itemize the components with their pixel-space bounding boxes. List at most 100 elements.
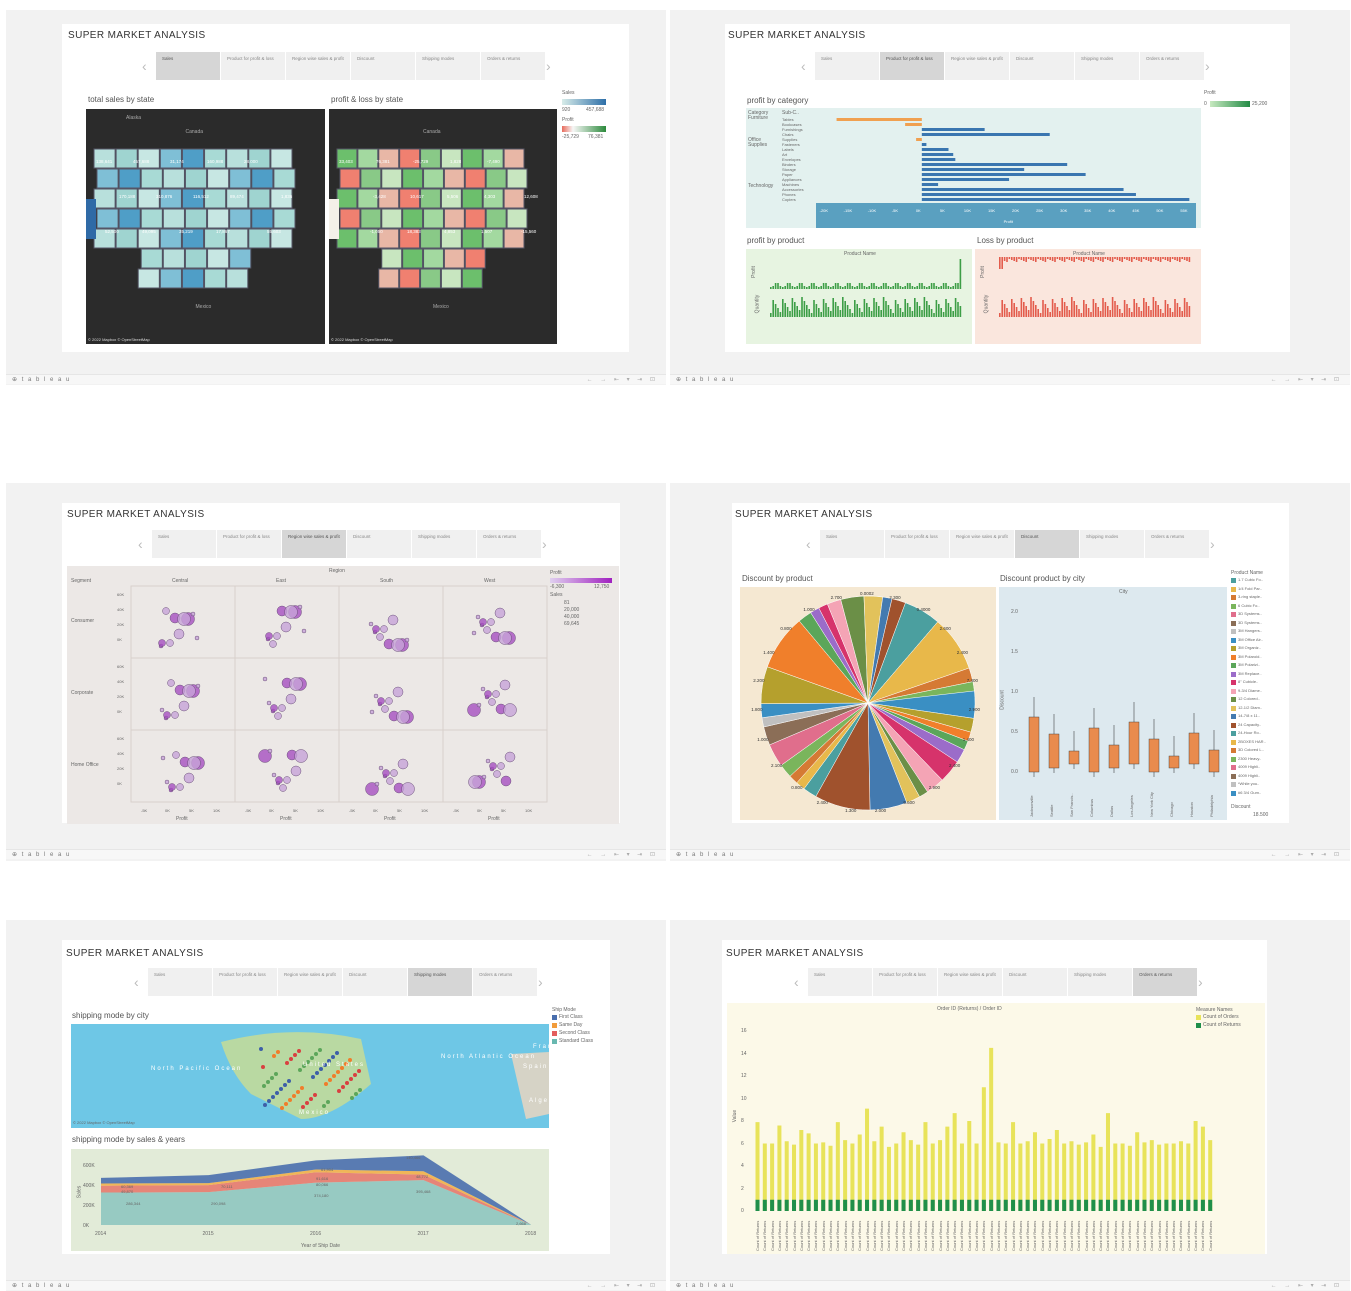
product-quantity-bar [1087, 308, 1090, 317]
profit-by-category-chart[interactable]: Category Sub-C.. Furniture Office Supplies T… [746, 108, 1201, 228]
tab-1[interactable]: Product for profit & loss [880, 52, 944, 80]
product-profit-bar [1018, 257, 1020, 259]
map-sales-by-state[interactable]: 138,641 457,688 31,174 160,988 28,000 1,836 17… [86, 109, 325, 344]
tab-5[interactable]: Orders & returns [1133, 968, 1197, 996]
x-label: Count of Returns [893, 1220, 899, 1251]
tab-4[interactable]: Shipping modes [1075, 52, 1139, 80]
profit-by-product-chart[interactable]: Product Name Profit Quantity [746, 249, 972, 344]
tab-5[interactable]: Orders & returns [481, 52, 545, 80]
tab-5[interactable]: Orders & returns [477, 530, 541, 558]
map-profit-by-state[interactable]: 33,403 76,381 -25,729 1,828 -7,490 12,608 -3,4… [329, 109, 557, 344]
segment-2: Home Office [71, 762, 99, 768]
tab-0[interactable]: Sales [148, 968, 212, 996]
tab-4[interactable]: Shipping modes [416, 52, 480, 80]
returns-bar [1208, 1199, 1213, 1211]
tab-0[interactable]: Sales [815, 52, 879, 80]
y-tick: 60K [117, 592, 125, 597]
tab-2[interactable]: Region wise sales & profit [945, 52, 1009, 80]
tab-5[interactable]: Orders & returns [1145, 530, 1209, 558]
prev-tab-arrow[interactable]: ‹ [142, 59, 147, 73]
tab-3[interactable]: Discount [1010, 52, 1074, 80]
tab-2[interactable]: Region wise sales & profit [938, 968, 1002, 996]
tab-5[interactable]: Orders & returns [1140, 52, 1204, 80]
x-axis-title: Profit [488, 816, 500, 822]
prev-tab-arrow[interactable]: ‹ [138, 537, 143, 551]
tab-4[interactable]: Shipping modes [412, 530, 476, 558]
tab-1[interactable]: Product for profit & loss [213, 968, 277, 996]
city-point [272, 1054, 276, 1058]
x-label: Count of Returns [1105, 1220, 1111, 1251]
tab-3[interactable]: Discount [347, 530, 411, 558]
footer-controls[interactable]: ← → ⇤ ▾ ⇥ ⊡ [1271, 376, 1342, 383]
tab-3[interactable]: Discount [343, 968, 407, 996]
product-quantity-bar [1008, 312, 1011, 317]
tab-4[interactable]: Shipping modes [1080, 530, 1144, 558]
tab-2[interactable]: Region wise sales & profit [950, 530, 1014, 558]
area-value-label: 290,098 [211, 1201, 226, 1206]
product-quantity-bar [849, 309, 851, 317]
product-profit-bar [1037, 257, 1039, 259]
product-profit-bar [825, 283, 827, 289]
tab-1[interactable]: Product for profit & loss [221, 52, 285, 80]
x-tick: 10K [421, 808, 429, 813]
tab-1[interactable]: Product for profit & loss [885, 530, 949, 558]
shipping-map[interactable]: North Pacific Ocean North Atlantic Ocean U… [71, 1024, 549, 1128]
next-tab-arrow[interactable]: › [1198, 975, 1203, 989]
tab-3[interactable]: Discount [1003, 968, 1067, 996]
product-quantity-bar [868, 307, 870, 317]
tab-5[interactable]: Orders & returns [473, 968, 537, 996]
footer-controls[interactable]: ← → ⇤ ▾ ⇥ ⊡ [587, 376, 658, 383]
tab-4[interactable]: Shipping modes [1068, 968, 1132, 996]
tab-1[interactable]: Product for profit & loss [873, 968, 937, 996]
pie-label: 1.300 [845, 807, 857, 813]
product-quantity-bar [1083, 300, 1085, 317]
tab-2[interactable]: Region wise sales & profit [286, 52, 350, 80]
next-tab-arrow[interactable]: › [1210, 537, 1215, 551]
product-quantity-bar [999, 313, 1001, 317]
footer-controls[interactable]: ← → ⇤ ▾ ⇥ ⊡ [587, 1282, 658, 1289]
prev-tab-arrow[interactable]: ‹ [794, 975, 799, 989]
next-tab-arrow[interactable]: › [538, 975, 543, 989]
prev-tab-arrow[interactable]: ‹ [801, 59, 806, 73]
product-profit-bar [1131, 257, 1133, 262]
footer-controls[interactable]: ← → ⇤ ▾ ⇥ ⊡ [1271, 1282, 1342, 1289]
discount-box-plot[interactable]: City Discount 2.0 1.5 1.0 0.5 0.0 Jacksonville S… [999, 587, 1227, 820]
footer-controls[interactable]: ← → ⇤ ▾ ⇥ ⊡ [587, 851, 658, 858]
scatter-point [167, 679, 175, 687]
product-profit-bar [930, 283, 933, 289]
tab-0[interactable]: Sales [808, 968, 872, 996]
returns-bar [1149, 1199, 1154, 1211]
shipping-area-chart[interactable]: Sales 600K 400K 200K 0K 2014 2015 2016 2017 2018 Y… [71, 1149, 549, 1251]
prev-tab-arrow[interactable]: ‹ [806, 537, 811, 551]
product-quantity-bar [899, 308, 902, 317]
returns-bar [857, 1199, 862, 1211]
prev-tab-arrow[interactable]: ‹ [134, 975, 139, 989]
product-quantity-bar [861, 312, 863, 317]
region-segment-scatter[interactable]: Region Segment Central East South West Consume… [67, 566, 619, 824]
next-tab-arrow[interactable]: › [546, 59, 551, 73]
product-quantity-bar [1119, 309, 1121, 317]
tab-0[interactable]: Sales [820, 530, 884, 558]
tab-0[interactable]: Sales [156, 52, 220, 80]
tableau-logo: ⊕ t a b l e a u [12, 377, 71, 383]
category-bar [916, 138, 922, 141]
legend-item: 2BOXES HAR.. [1238, 738, 1266, 744]
tab-1[interactable]: Product for profit & loss [217, 530, 281, 558]
tab-4[interactable]: Shipping modes [408, 968, 472, 996]
tab-3[interactable]: Discount [1015, 530, 1079, 558]
product-quantity-bar [1061, 298, 1063, 317]
product-quantity-bar [1145, 302, 1147, 317]
next-tab-arrow[interactable]: › [1205, 59, 1210, 73]
tab-2[interactable]: Region wise sales & profit [278, 968, 342, 996]
discount-pie-chart[interactable]: 0.0002 2.300 0.4000 2.600 2.400 7.400 2.900 1.4… [740, 587, 996, 820]
returns-bar [777, 1199, 782, 1211]
product-quantity-bar [1059, 311, 1061, 317]
footer-controls[interactable]: ← → ⇤ ▾ ⇥ ⊡ [1271, 851, 1342, 858]
next-tab-arrow[interactable]: › [542, 537, 547, 551]
loss-by-product-chart[interactable]: Product Name Profit Quantity [975, 249, 1201, 344]
tab-0[interactable]: Sales [152, 530, 216, 558]
tab-3[interactable]: Discount [351, 52, 415, 80]
scatter-point [385, 697, 393, 705]
tab-2[interactable]: Region wise sales & profit [282, 530, 346, 558]
orders-returns-chart[interactable]: Order ID (Returns) / Order ID Value 16 14 12… [727, 1003, 1265, 1254]
